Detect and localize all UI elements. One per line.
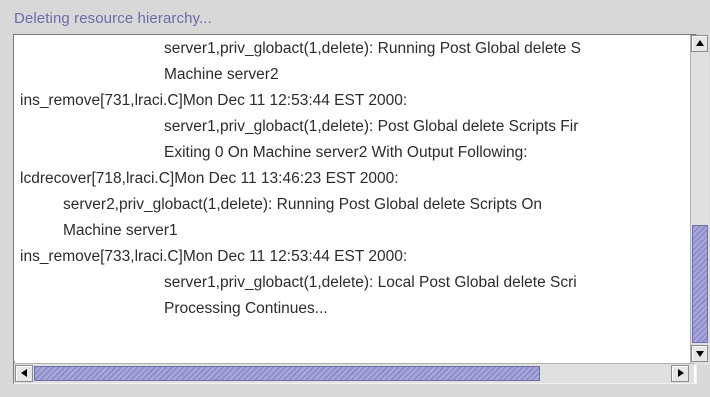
scroll-left-button[interactable] bbox=[15, 365, 33, 382]
window-title: Deleting resource hierarchy... bbox=[14, 10, 212, 27]
progress-window: Deleting resource hierarchy... server1,p… bbox=[0, 0, 710, 397]
scroll-up-button[interactable] bbox=[691, 35, 708, 52]
arrow-down-icon bbox=[696, 351, 704, 357]
log-line: Machine server2 bbox=[164, 66, 279, 83]
log-line: Processing Continues... bbox=[164, 300, 328, 317]
horizontal-scroll-thumb[interactable] bbox=[34, 366, 540, 381]
log-line: Exiting 0 On Machine server2 With Output… bbox=[164, 144, 528, 161]
log-line: ins_remove[731,lraci.C]Mon Dec 11 12:53:… bbox=[20, 92, 408, 109]
vertical-scrollbar[interactable] bbox=[690, 35, 709, 365]
vertical-scroll-thumb[interactable] bbox=[692, 225, 708, 343]
arrow-left-icon bbox=[21, 369, 27, 377]
log-line: server2,priv_globact(1,delete): Running … bbox=[63, 196, 543, 213]
log-line: ins_remove[733,lraci.C]Mon Dec 11 12:53:… bbox=[20, 248, 408, 265]
log-line: Machine server1 bbox=[63, 222, 178, 239]
log-line: server1,priv_globact(1,delete): Running … bbox=[164, 40, 582, 57]
scroll-right-button[interactable] bbox=[671, 365, 689, 382]
log-panel: server1,priv_globact(1,delete): Running … bbox=[13, 34, 709, 384]
log-text-area[interactable]: server1,priv_globact(1,delete): Running … bbox=[14, 35, 690, 361]
horizontal-scrollbar[interactable] bbox=[14, 363, 694, 383]
log-line: lcdrecover[718,lraci.C]Mon Dec 11 13:46:… bbox=[20, 170, 399, 187]
scroll-down-button[interactable] bbox=[691, 345, 708, 362]
log-line: server1,priv_globact(1,delete): Post Glo… bbox=[164, 118, 579, 135]
log-line: server1,priv_globact(1,delete): Local Po… bbox=[164, 274, 577, 291]
arrow-up-icon bbox=[696, 40, 704, 46]
arrow-right-icon bbox=[678, 369, 684, 377]
